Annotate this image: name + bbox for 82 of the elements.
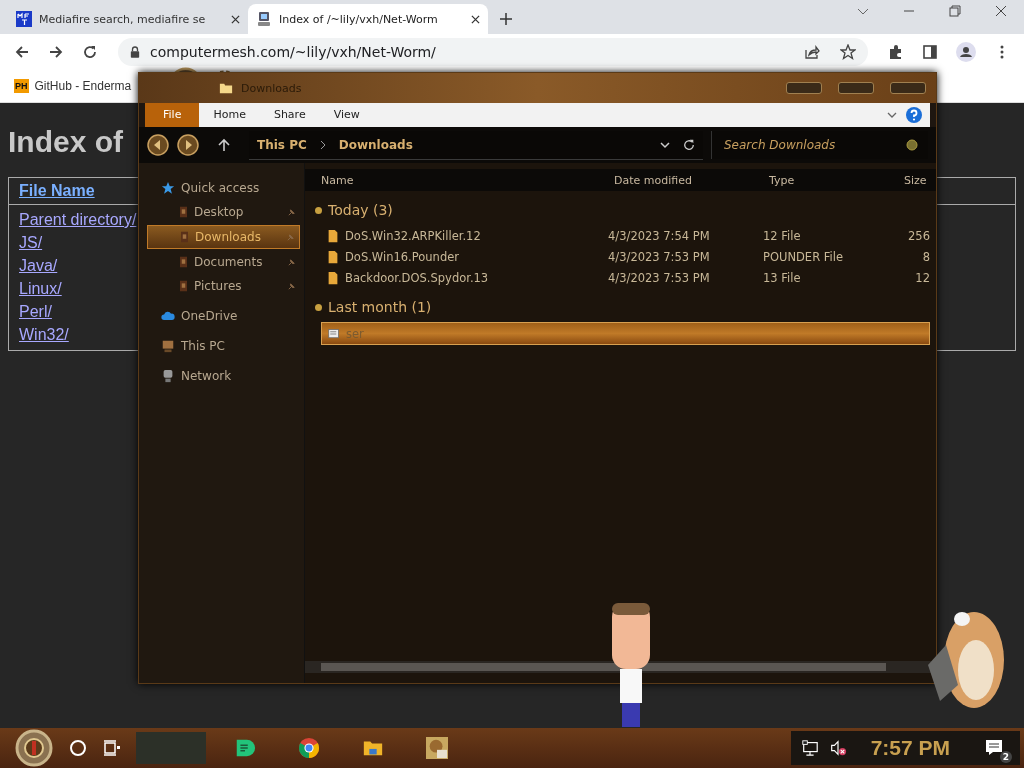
- chrome-icon[interactable]: [298, 737, 320, 759]
- navigation-item[interactable]: This PC: [147, 335, 300, 357]
- network-icon: [161, 369, 175, 383]
- breadcrumb-item[interactable]: Downloads: [338, 137, 413, 152]
- caption-button[interactable]: [838, 82, 874, 94]
- lock-icon: [130, 46, 140, 58]
- network-icon[interactable]: [800, 739, 819, 757]
- group-header[interactable]: Last month (1): [315, 296, 936, 318]
- search-icon: [906, 139, 918, 151]
- star-icon: [161, 181, 175, 195]
- browser-tab[interactable]: Mediafire search, mediafire se: [8, 4, 248, 34]
- ribbon-tab[interactable]: Share: [259, 103, 320, 127]
- up-arrow-icon[interactable]: [217, 138, 231, 152]
- column-header[interactable]: Name: [305, 173, 598, 187]
- navigation-item[interactable]: Downloads: [147, 225, 300, 249]
- column-header[interactable]: Type: [753, 173, 888, 187]
- directory-link[interactable]: Perl/: [19, 300, 52, 323]
- cloud-icon: [161, 309, 175, 323]
- ribbon-tab[interactable]: File: [145, 103, 200, 127]
- directory-link[interactable]: JS/: [19, 231, 43, 254]
- help-icon[interactable]: [906, 107, 922, 123]
- file-icon: [327, 249, 339, 264]
- column-header-link[interactable]: File Name: [19, 180, 95, 202]
- pin-icon: [287, 257, 296, 267]
- pin-icon: [287, 207, 296, 217]
- navigation-item[interactable]: Quick access: [147, 177, 300, 199]
- clock[interactable]: 7:57 PM: [870, 736, 950, 760]
- close-icon[interactable]: [471, 14, 480, 24]
- computer-icon: [256, 11, 272, 27]
- forward-icon[interactable]: [177, 134, 199, 156]
- file-icon: [327, 270, 339, 285]
- task-view-icon[interactable]: [102, 738, 122, 758]
- gear-icon[interactable]: [14, 728, 54, 768]
- close-icon[interactable]: [231, 14, 240, 24]
- ribbon-tab[interactable]: Home: [199, 103, 260, 127]
- pin-icon: [286, 232, 295, 242]
- chat-icon[interactable]: [234, 737, 256, 759]
- directory-link[interactable]: Parent directory/: [19, 208, 137, 231]
- share-icon[interactable]: [804, 44, 820, 60]
- window-title: Downloads: [241, 81, 302, 95]
- page-heading: Index of: [8, 125, 123, 159]
- folder-icon: [179, 255, 188, 269]
- navigation-item[interactable]: Pictures: [147, 275, 300, 297]
- refresh-icon[interactable]: [683, 138, 695, 151]
- close-icon[interactable]: [995, 5, 1007, 17]
- file-row[interactable]: DoS.Win32.ARPKiller.12 4/3/2023 7:54 PM 12 File 256: [305, 225, 936, 246]
- browser-tab[interactable]: Index of /~lily/vxh/Net-Worm: [248, 4, 488, 34]
- group-header[interactable]: Today (3): [315, 199, 936, 221]
- folder-icon: [179, 279, 188, 293]
- address-field[interactable]: computermesh.com/~lily/vxh/Net-Worm/: [118, 38, 868, 66]
- caption-button[interactable]: [786, 82, 822, 94]
- navigation-item[interactable]: Network: [147, 365, 300, 387]
- muted-speaker-icon[interactable]: [828, 739, 847, 757]
- folder-icon: [179, 205, 188, 219]
- restore-icon[interactable]: [949, 5, 961, 17]
- document-icon: [328, 326, 340, 341]
- computer-icon: [161, 339, 175, 353]
- file-icon: [327, 228, 339, 243]
- pin-icon: [287, 281, 296, 291]
- star-icon[interactable]: [840, 44, 856, 60]
- new-tab-icon[interactable]: [500, 13, 512, 25]
- bookmark[interactable]: PH GitHub - Enderma: [14, 79, 132, 93]
- breadcrumb-item[interactable]: This PC: [257, 137, 307, 152]
- search-circle-icon[interactable]: [68, 738, 88, 758]
- caption-button[interactable]: [890, 82, 926, 94]
- favicon-icon: [16, 11, 32, 27]
- navigation-item[interactable]: OneDrive: [147, 305, 300, 327]
- file-row[interactable]: Backdoor.DOS.Spydor.13 4/3/2023 7:53 PM 13 File 12: [305, 267, 936, 288]
- ribbon-tab[interactable]: View: [319, 103, 374, 127]
- navigation-item[interactable]: Desktop: [147, 201, 300, 223]
- back-icon[interactable]: [147, 134, 169, 156]
- directory-link[interactable]: Java/: [19, 254, 58, 277]
- column-header[interactable]: Date modified: [598, 173, 753, 187]
- search-field[interactable]: Search Downloads: [722, 137, 906, 153]
- chevron-right-icon: [318, 139, 327, 150]
- directory-link[interactable]: Linux/: [19, 277, 62, 300]
- folder-icon[interactable]: [219, 81, 233, 95]
- directory-link[interactable]: Win32/: [19, 323, 69, 346]
- folder-icon: [180, 230, 189, 244]
- navigation-item[interactable]: Documents: [147, 251, 300, 273]
- column-header[interactable]: Size: [888, 173, 936, 187]
- file-row[interactable]: DoS.Win16.Pounder 4/3/2023 7:53 PM POUNDER File 8: [305, 246, 936, 267]
